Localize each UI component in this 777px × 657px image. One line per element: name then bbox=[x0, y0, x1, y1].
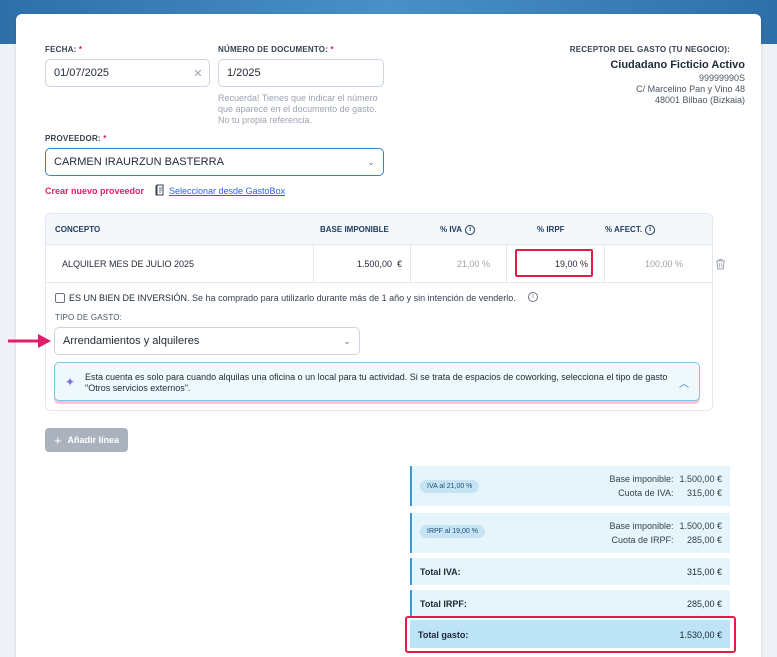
irpf-cuota-line: Cuota de IRPF: 285,00 € bbox=[611, 535, 722, 545]
header-base: BASE IMPONIBLE bbox=[320, 225, 389, 234]
info-notice: ✦ Esta cuenta es solo para cuando alquil… bbox=[54, 362, 700, 401]
proveedor-label-text: PROVEEDOR: bbox=[45, 134, 101, 143]
receptor-address2: 48001 Bilbao (Bizkaia) bbox=[654, 95, 745, 105]
total-iva-label: Total IVA: bbox=[420, 567, 461, 577]
info-icon[interactable]: i bbox=[465, 225, 476, 235]
header-iva-text: % IVA bbox=[440, 225, 463, 235]
trash-icon[interactable] bbox=[715, 258, 726, 270]
fecha-label: FECHA: * bbox=[45, 45, 82, 54]
header-afect: % AFECT. i bbox=[605, 225, 656, 235]
total-iva-row: Total IVA: 315,00 € bbox=[410, 558, 730, 585]
iva-rate-pill: IVA al 21,00 % bbox=[420, 480, 480, 493]
doc-number-input[interactable]: 1/2025 bbox=[218, 59, 384, 87]
total-gasto-highlight bbox=[405, 616, 736, 653]
irpf-base-line: Base imponible: 1.500,00 € bbox=[609, 521, 722, 531]
iva-value: 21,00 % bbox=[456, 259, 490, 269]
iva-cuota-value: 315,00 € bbox=[686, 488, 722, 498]
base-cell[interactable]: 1.500,00 € bbox=[314, 245, 411, 283]
add-line-button[interactable]: + Añadir línea bbox=[45, 428, 128, 452]
base-label: Base imponible: bbox=[609, 474, 674, 484]
iva-base-value: 1.500,00 € bbox=[679, 474, 722, 484]
currency-symbol: € bbox=[396, 259, 402, 269]
proveedor-value: CARMEN IRAURZUN BASTERRA bbox=[54, 156, 224, 168]
info-icon[interactable]: i bbox=[528, 292, 538, 302]
concepto-value: ALQUILER MES DE JULIO 2025 bbox=[62, 259, 195, 269]
chevron-down-icon: ⌄ bbox=[367, 156, 375, 167]
required-mark: * bbox=[78, 45, 83, 54]
inversion-description: Se ha comprado para utilizarlo durante m… bbox=[192, 293, 516, 303]
total-irpf-value: 285,00 € bbox=[686, 599, 722, 609]
crear-proveedor-link[interactable]: Crear nuevo proveedor bbox=[45, 186, 144, 196]
doc-number-value: 1/2025 bbox=[227, 67, 261, 79]
chevron-down-icon: ⌄ bbox=[343, 335, 351, 346]
doc-hint: Recuerda! Tienes que indicar el número q… bbox=[218, 93, 378, 125]
clear-icon[interactable]: ✕ bbox=[187, 67, 209, 80]
inversion-text: ES UN BIEN DE INVERSIÓN. Se ha comprado … bbox=[69, 293, 516, 303]
table-row: ALQUILER MES DE JULIO 2025 1.500,00 € 21… bbox=[46, 245, 712, 283]
fecha-label-text: FECHA: bbox=[45, 45, 77, 54]
gastobox-link[interactable]: Seleccionar desde GastoBox bbox=[169, 186, 285, 196]
receptor-info: Ciudadano Ficticio Activo 99999990S C/ M… bbox=[610, 60, 745, 106]
notice-text: Esta cuenta es solo para cuando alquilas… bbox=[85, 372, 668, 393]
tipo-gasto-value: Arrendamientos y alquileres bbox=[63, 335, 200, 347]
tipo-gasto-select[interactable]: Arrendamientos y alquileres ⌄ bbox=[54, 327, 360, 355]
doc-label-text: NÚMERO DE DOCUMENTO: bbox=[218, 45, 329, 54]
iva-breakdown: IVA al 21,00 % Base imponible: 1.500,00 … bbox=[410, 466, 730, 506]
header-irpf: % IRPF bbox=[537, 225, 565, 234]
irpf-base-value: 1.500,00 € bbox=[679, 521, 722, 531]
plus-icon: + bbox=[53, 432, 62, 448]
iva-cuota-line: Cuota de IVA: 315,00 € bbox=[618, 488, 722, 498]
receptor-name: Ciudadano Ficticio Activo bbox=[610, 59, 745, 71]
irpf-highlight bbox=[515, 249, 593, 277]
base-label: Base imponible: bbox=[609, 521, 674, 531]
receptor-address1: C/ Marcelino Pan y Vino 48 bbox=[636, 84, 745, 94]
irpf-breakdown: IRPF al 19,00 % Base imponible: 1.500,00… bbox=[410, 513, 730, 553]
afect-value: 100,00 % bbox=[644, 259, 683, 269]
gastobox-icon bbox=[155, 184, 164, 196]
tipo-gasto-label: TIPO DE GASTO: bbox=[55, 313, 123, 322]
doc-label: NÚMERO DE DOCUMENTO: * bbox=[218, 45, 334, 54]
info-icon[interactable]: i bbox=[645, 225, 656, 235]
afect-cell[interactable]: 100,00 % bbox=[605, 245, 699, 283]
fecha-value: 01/07/2025 bbox=[54, 67, 110, 79]
inversion-checkbox[interactable] bbox=[55, 293, 65, 303]
fecha-input[interactable]: 01/07/2025 ✕ bbox=[45, 59, 210, 87]
receptor-nif: 99999990S bbox=[698, 73, 745, 83]
irpf-cuota-value: 285,00 € bbox=[686, 535, 722, 545]
required-mark: * bbox=[330, 45, 334, 54]
total-iva-value: 315,00 € bbox=[686, 567, 722, 577]
cuota-irpf-label: Cuota de IRPF: bbox=[611, 535, 674, 545]
required-mark: * bbox=[103, 134, 107, 143]
concepto-cell[interactable]: ALQUILER MES DE JULIO 2025 bbox=[46, 245, 314, 283]
add-line-label: Añadir línea bbox=[67, 435, 120, 445]
proveedor-select[interactable]: CARMEN IRAURZUN BASTERRA ⌄ bbox=[45, 148, 384, 176]
proveedor-label: PROVEEDOR: * bbox=[45, 134, 107, 143]
sparkle-icon: ✦ bbox=[65, 375, 76, 389]
header-concepto: CONCEPTO bbox=[55, 225, 101, 234]
iva-base-line: Base imponible: 1.500,00 € bbox=[609, 474, 722, 484]
receptor-label: RECEPTOR DEL GASTO (TU NEGOCIO): bbox=[569, 45, 730, 54]
arrow-pointer-icon bbox=[8, 334, 51, 348]
cuota-iva-label: Cuota de IVA: bbox=[618, 488, 674, 498]
total-irpf-label: Total IRPF: bbox=[420, 599, 467, 609]
total-irpf-row: Total IRPF: 285,00 € bbox=[410, 590, 730, 617]
inversion-title: ES UN BIEN DE INVERSIÓN. bbox=[69, 293, 190, 303]
base-value: 1.500,00 bbox=[356, 259, 392, 269]
iva-cell[interactable]: 21,00 % bbox=[411, 245, 507, 283]
chevron-up-icon[interactable]: ︿ bbox=[679, 375, 689, 390]
header-iva: % IVA i bbox=[440, 225, 476, 235]
table-header: CONCEPTO BASE IMPONIBLE % IVA i % IRPF % … bbox=[46, 214, 712, 245]
irpf-rate-pill: IRPF al 19,00 % bbox=[420, 525, 485, 538]
header-afect-text: % AFECT. bbox=[605, 225, 643, 235]
